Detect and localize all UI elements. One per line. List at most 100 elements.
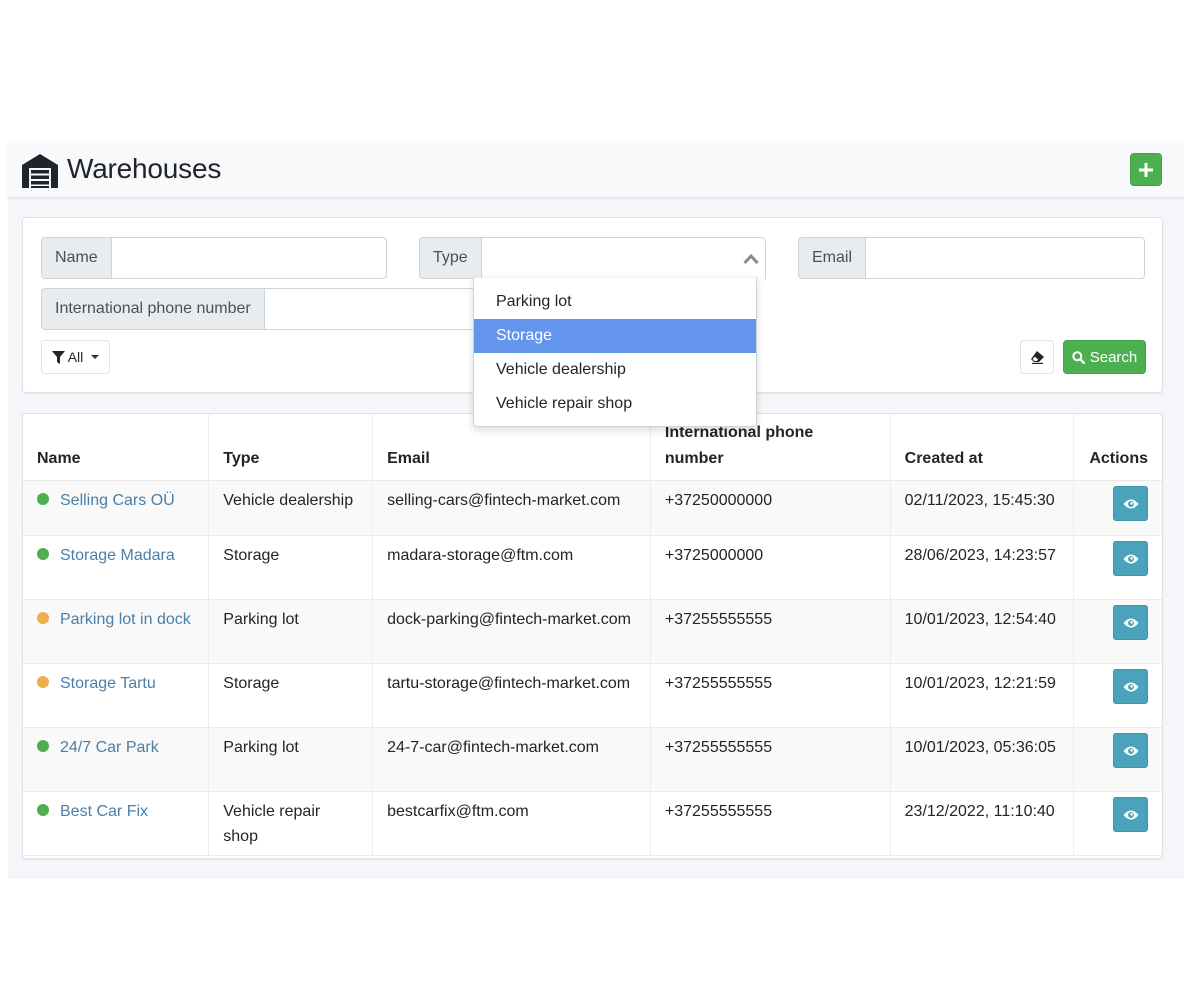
search-button-label: Search — [1089, 348, 1138, 366]
phone-cell: +37255555555 — [649, 663, 891, 728]
warehouses-table: Name Type Email International phone numb… — [23, 414, 1162, 856]
search-button[interactable]: Search — [1063, 340, 1146, 374]
view-button[interactable] — [1113, 797, 1148, 832]
status-dot — [37, 612, 49, 624]
type-option-vehicle-dealership[interactable]: Vehicle dealership — [474, 353, 756, 387]
warehouses-table-card: Name Type Email International phone numb… — [22, 413, 1163, 859]
eye-icon — [1123, 746, 1139, 756]
actions-cell — [1073, 727, 1162, 792]
table-row: Best Car Fix Vehicle repair shop bestcar… — [23, 791, 1162, 856]
view-button[interactable] — [1113, 605, 1148, 640]
created-at-cell: 10/01/2023, 12:54:40 — [889, 599, 1074, 664]
email-cell: tartu-storage@fintech-market.com — [372, 663, 651, 728]
email-input[interactable] — [865, 237, 1145, 279]
actions-cell — [1073, 599, 1162, 664]
view-button[interactable] — [1113, 669, 1148, 704]
email-filter-label: Email — [798, 237, 866, 279]
warehouse-icon — [22, 154, 58, 188]
type-cell: Vehicle repair shop — [208, 791, 373, 856]
phone-cell: +3725000000 — [649, 535, 891, 600]
phone-cell: +37255555555 — [649, 727, 891, 792]
phone-cell: +37250000000 — [649, 480, 891, 536]
created-at-cell: 28/06/2023, 14:23:57 — [889, 535, 1074, 600]
type-select[interactable] — [480, 237, 766, 279]
eye-icon — [1123, 554, 1139, 564]
table-row: Storage Madara Storage madara-storage@ft… — [23, 535, 1162, 600]
warehouse-name-link[interactable]: Selling Cars OÜ — [60, 492, 175, 509]
actions-cell — [1073, 663, 1162, 728]
table-row: 24/7 Car Park Parking lot 24-7-car@finte… — [23, 727, 1162, 792]
type-cell: Vehicle dealership — [208, 480, 373, 536]
status-filter-label: All — [67, 349, 84, 365]
column-header-name[interactable]: Name — [23, 414, 209, 481]
name-filter-label: Name — [41, 237, 111, 279]
email-cell: bestcarfix@ftm.com — [372, 791, 651, 856]
table-row: Parking lot in dock Parking lot dock-par… — [23, 599, 1162, 664]
actions-cell — [1073, 535, 1162, 600]
table-row: Storage Tartu Storage tartu-storage@fint… — [23, 663, 1162, 728]
warehouse-name-link[interactable]: Parking lot in dock — [60, 611, 191, 628]
table-body: Selling Cars OÜ Vehicle dealership selli… — [23, 480, 1162, 856]
warehouse-name-link[interactable]: Storage Tartu — [60, 675, 156, 692]
phone-cell: +37255555555 — [649, 599, 891, 664]
chevron-up-icon — [743, 253, 759, 265]
phone-filter-label: International phone number — [41, 288, 264, 330]
view-button[interactable] — [1113, 486, 1148, 521]
caret-down-icon — [91, 355, 100, 359]
eye-icon — [1123, 682, 1139, 692]
type-cell: Parking lot — [208, 599, 373, 664]
actions-cell — [1073, 791, 1162, 856]
column-header-actions: Actions — [1073, 414, 1162, 481]
status-dot — [37, 548, 49, 560]
created-at-cell: 10/01/2023, 12:21:59 — [889, 663, 1074, 728]
type-filter: Type — [419, 237, 766, 279]
status-dot — [37, 804, 49, 816]
actions-cell — [1073, 480, 1162, 536]
search-icon — [1072, 350, 1085, 364]
view-button[interactable] — [1113, 733, 1148, 768]
email-cell: selling-cars@fintech-market.com — [372, 480, 651, 536]
page-title: Warehouses — [67, 153, 222, 184]
email-cell: 24-7-car@fintech-market.com — [372, 727, 651, 792]
type-filter-label: Type — [419, 237, 481, 279]
filter-icon — [51, 350, 65, 364]
status-dot — [37, 493, 49, 505]
warehouse-name-link[interactable]: Best Car Fix — [60, 803, 148, 820]
type-cell: Storage — [208, 535, 373, 600]
phone-filter: International phone number — [41, 288, 497, 330]
view-button[interactable] — [1113, 541, 1148, 576]
created-at-cell: 10/01/2023, 05:36:05 — [889, 727, 1074, 792]
email-cell: dock-parking@fintech-market.com — [372, 599, 651, 664]
eraser-icon — [1030, 350, 1044, 364]
phone-cell: +37255555555 — [649, 791, 891, 856]
eye-icon — [1123, 810, 1139, 820]
eye-icon — [1123, 499, 1139, 509]
type-cell: Parking lot — [208, 727, 373, 792]
type-option-parking-lot[interactable]: Parking lot — [474, 285, 756, 319]
column-header-type[interactable]: Type — [208, 414, 373, 481]
status-filter-dropdown[interactable]: All — [41, 340, 110, 374]
email-cell: madara-storage@ftm.com — [372, 535, 651, 600]
page-header: Warehouses — [8, 143, 1184, 198]
column-header-created-at[interactable]: Created at — [889, 414, 1074, 481]
table-row: Selling Cars OÜ Vehicle dealership selli… — [23, 480, 1162, 536]
add-warehouse-button[interactable] — [1130, 153, 1162, 186]
plus-icon — [1139, 162, 1153, 177]
status-dot — [37, 676, 49, 688]
warehouse-name-link[interactable]: 24/7 Car Park — [60, 739, 159, 756]
type-cell: Storage — [208, 663, 373, 728]
phone-input[interactable] — [263, 288, 497, 330]
created-at-cell: 23/12/2022, 11:10:40 — [889, 791, 1074, 856]
name-input[interactable] — [110, 237, 387, 279]
email-filter: Email — [798, 237, 1145, 279]
type-dropdown-menu: Parking lot Storage Vehicle dealership V… — [473, 277, 757, 427]
type-option-storage[interactable]: Storage — [474, 319, 756, 353]
clear-filters-button[interactable] — [1020, 340, 1054, 374]
name-filter: Name — [41, 237, 387, 279]
type-option-vehicle-repair-shop[interactable]: Vehicle repair shop — [474, 387, 756, 421]
warehouse-name-link[interactable]: Storage Madara — [60, 547, 175, 564]
warehouses-page: Warehouses Name Type Email International… — [8, 143, 1184, 879]
status-dot — [37, 740, 49, 752]
eye-icon — [1123, 618, 1139, 628]
created-at-cell: 02/11/2023, 15:45:30 — [889, 480, 1074, 536]
